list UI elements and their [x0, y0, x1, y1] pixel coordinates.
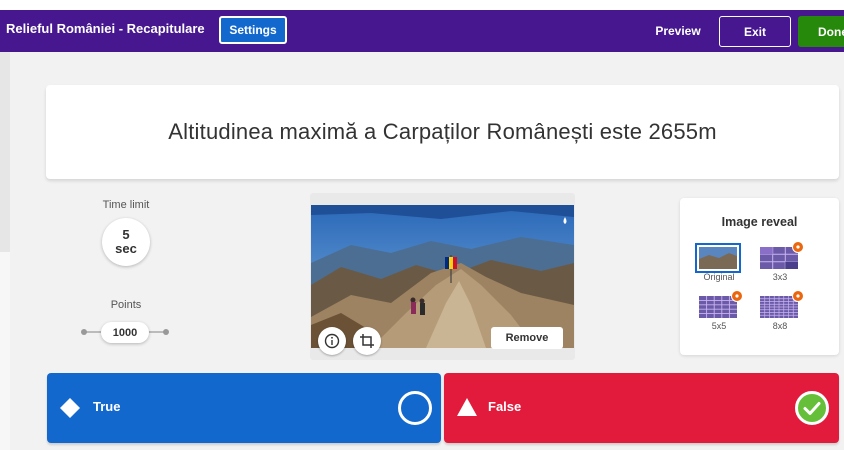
- question-text[interactable]: Altitudinea maximă a Carpaților Româneșt…: [168, 119, 716, 145]
- reveal-option-3x3[interactable]: 3x3: [760, 241, 804, 282]
- reveal-original-thumb: [695, 243, 741, 273]
- premium-badge-icon: [731, 290, 743, 302]
- reveal-option-5x5[interactable]: 5x5: [699, 290, 743, 331]
- image-reveal-title: Image reveal: [721, 215, 798, 229]
- points-label: Points: [110, 299, 142, 311]
- image-reveal-panel: Image reveal Original 3x3 5x5 8x8: [680, 198, 839, 355]
- answer-false[interactable]: False: [444, 373, 839, 443]
- reveal-option-label: Original: [703, 272, 735, 282]
- preview-button[interactable]: Preview: [645, 18, 711, 44]
- left-edge-strip: [0, 52, 10, 252]
- diamond-icon: [60, 398, 80, 418]
- done-button[interactable]: Done: [798, 16, 844, 47]
- time-limit-label: Time limit: [102, 199, 150, 211]
- info-icon[interactable]: [318, 327, 346, 355]
- reveal-option-label: 5x5: [711, 321, 727, 331]
- time-limit-unit: sec: [115, 241, 137, 256]
- mark-correct-toggle-true[interactable]: [398, 391, 432, 425]
- settings-button[interactable]: Settings: [219, 16, 287, 44]
- reveal-8x8-thumb: [760, 290, 804, 318]
- time-limit-value: 5: [122, 227, 130, 242]
- check-icon: [803, 402, 821, 415]
- points-track-end-dot: [163, 329, 169, 335]
- question-card[interactable]: Altitudinea maximă a Carpaților Româneșt…: [46, 85, 839, 179]
- crop-icon[interactable]: [353, 327, 381, 355]
- answer-true-label: True: [93, 399, 121, 414]
- premium-badge-icon: [792, 241, 804, 253]
- top-bar: Relieful României - Recapitulare Setting…: [0, 0, 844, 52]
- reveal-option-original[interactable]: Original: [695, 243, 741, 282]
- reveal-5x5-thumb: [699, 290, 743, 318]
- quiz-title[interactable]: Relieful României - Recapitulare: [6, 21, 205, 36]
- reveal-option-label: 3x3: [772, 272, 788, 282]
- answer-false-label: False: [488, 399, 522, 414]
- exit-button[interactable]: Exit: [719, 16, 791, 47]
- answer-true[interactable]: True: [47, 373, 441, 443]
- points-track-start-dot: [81, 329, 87, 335]
- remove-image-button[interactable]: Remove: [491, 327, 563, 349]
- reveal-option-label: 8x8: [772, 321, 788, 331]
- left-edge-strip-lower: [0, 252, 10, 450]
- triangle-icon: [457, 398, 477, 416]
- time-limit-selector[interactable]: 5 sec: [102, 218, 150, 266]
- reveal-3x3-thumb: [760, 241, 804, 269]
- points-selector[interactable]: 1000: [101, 322, 149, 343]
- premium-badge-icon: [792, 290, 804, 302]
- reveal-option-8x8[interactable]: 8x8: [760, 290, 804, 331]
- mark-correct-toggle-false[interactable]: [795, 391, 829, 425]
